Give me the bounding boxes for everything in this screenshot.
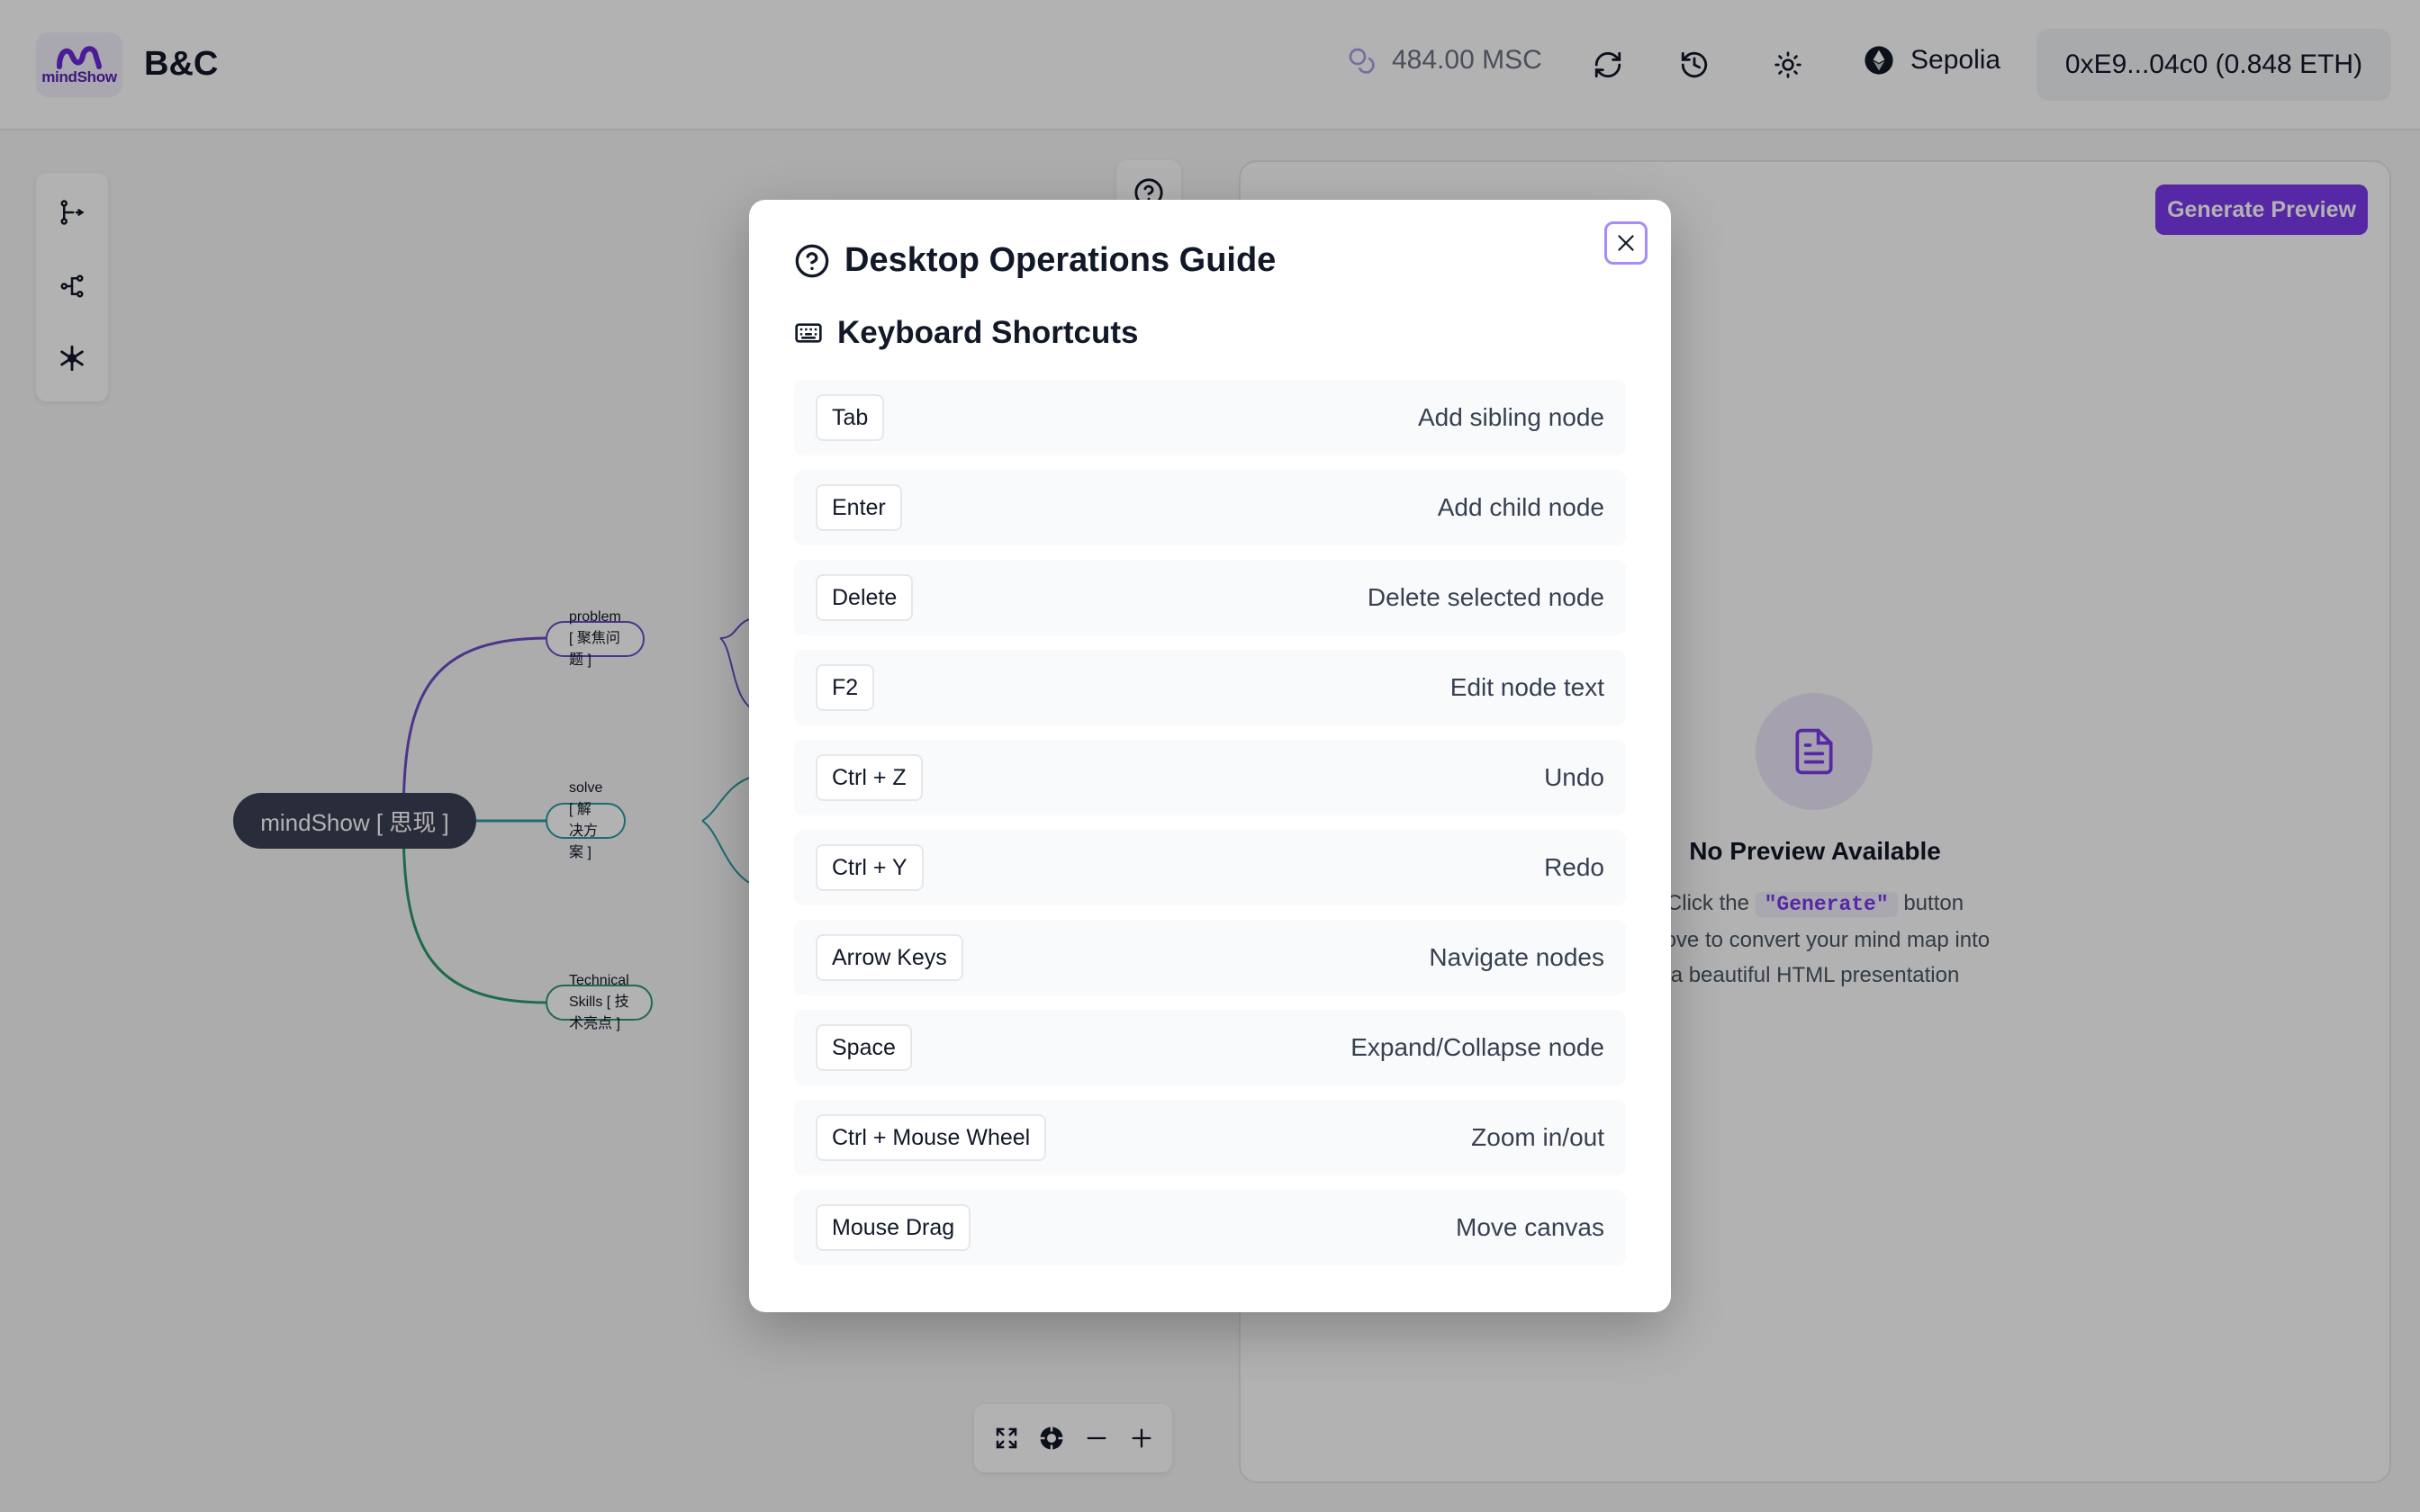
shortcut-key: Ctrl + Mouse Wheel bbox=[816, 1114, 1047, 1161]
modal-title: Desktop Operations Guide bbox=[844, 241, 1277, 279]
shortcut-action: Zoom in/out bbox=[1471, 1123, 1604, 1151]
shortcut-action: Navigate nodes bbox=[1429, 943, 1604, 971]
shortcut-key: Enter bbox=[816, 484, 902, 531]
close-button[interactable] bbox=[1604, 221, 1648, 265]
shortcut-row: F2 Edit node text bbox=[794, 650, 1626, 725]
shortcut-action: Delete selected node bbox=[1367, 583, 1604, 611]
shortcut-key: Ctrl + Z bbox=[816, 754, 923, 801]
shortcut-row: Ctrl + Z Undo bbox=[794, 740, 1626, 815]
shortcut-row: Delete Delete selected node bbox=[794, 560, 1626, 635]
shortcut-row: Tab Add sibling node bbox=[794, 380, 1626, 455]
question-circle-icon bbox=[795, 244, 829, 277]
shortcut-key: Mouse Drag bbox=[816, 1204, 971, 1251]
shortcut-action: Edit node text bbox=[1449, 673, 1604, 701]
shortcut-row: Enter Add child node bbox=[794, 470, 1626, 545]
shortcut-key: Space bbox=[816, 1024, 912, 1071]
operations-guide-modal: Desktop Operations Guide Keyboard Shortc… bbox=[749, 200, 1671, 1312]
shortcut-row: Mouse Drag Move canvas bbox=[794, 1190, 1626, 1265]
shortcut-row: Arrow Keys Navigate nodes bbox=[794, 920, 1626, 995]
section-title: Keyboard Shortcuts bbox=[837, 315, 1139, 350]
shortcut-action: Redo bbox=[1544, 853, 1604, 881]
shortcut-action: Undo bbox=[1544, 763, 1604, 791]
shortcut-list: Tab Add sibling node Enter Add child nod… bbox=[794, 380, 1626, 1280]
shortcut-key: Delete bbox=[816, 574, 914, 621]
shortcut-action: Expand/Collapse node bbox=[1350, 1033, 1604, 1061]
shortcut-row: Ctrl + Mouse Wheel Zoom in/out bbox=[794, 1100, 1626, 1175]
shortcut-action: Move canvas bbox=[1456, 1213, 1604, 1241]
section-header: Keyboard Shortcuts bbox=[794, 315, 1139, 351]
shortcut-key: Ctrl + Y bbox=[816, 844, 924, 891]
shortcut-row: Ctrl + Y Redo bbox=[794, 830, 1626, 905]
shortcut-action: Add child node bbox=[1437, 493, 1604, 521]
shortcut-key: F2 bbox=[816, 664, 875, 711]
close-icon bbox=[1618, 235, 1634, 251]
keyboard-icon bbox=[795, 323, 822, 343]
shortcut-key: Tab bbox=[816, 394, 885, 441]
modal-header: Desktop Operations Guide bbox=[794, 241, 1276, 280]
shortcut-row: Space Expand/Collapse node bbox=[794, 1010, 1626, 1085]
shortcut-action: Add sibling node bbox=[1417, 403, 1604, 431]
shortcut-key: Arrow Keys bbox=[816, 934, 963, 981]
